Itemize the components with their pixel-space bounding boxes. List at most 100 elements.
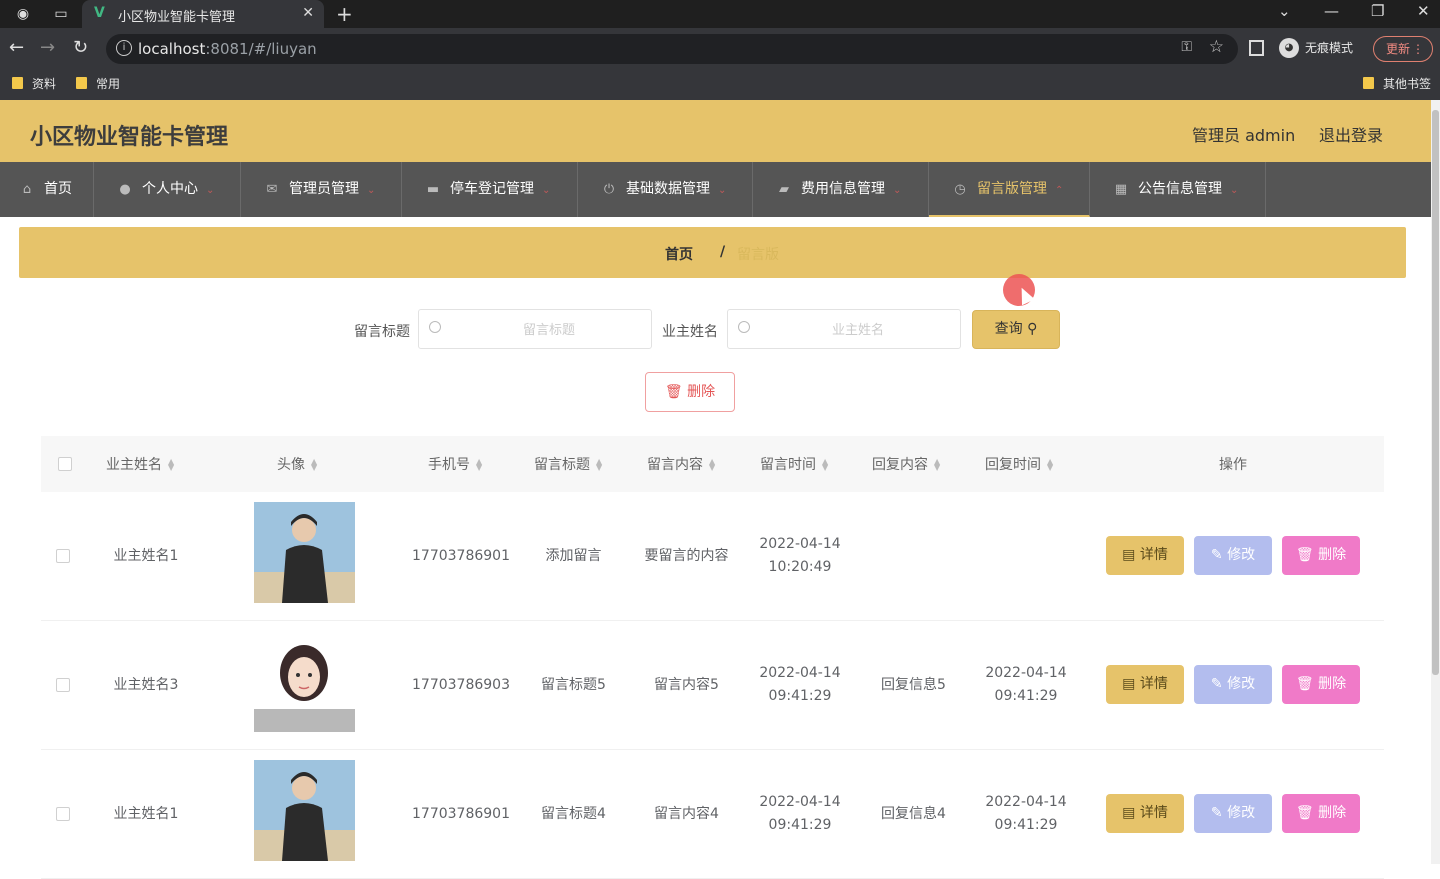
table-header: 业主姓名 ▲ ▼ 头像 ▲ ▼ 手机号 ▲ ▼ 留言标题 ▲ ▼ 留言内容 ▲ ▼ 留言时间 ▲ ▼ 回… (41, 436, 1384, 492)
sort-icon[interactable]: ▲ ▼ (596, 458, 602, 472)
col-avatar[interactable]: 头像 ▲ ▼ (277, 454, 317, 474)
logout-link[interactable]: 退出登录 (1319, 122, 1383, 146)
col-phone[interactable]: 手机号 ▲ ▼ (428, 454, 482, 474)
incognito-label: 无痕模式 (1305, 41, 1354, 55)
bookmark-folder-other[interactable]: 其他书签 (1363, 75, 1431, 92)
sort-icon[interactable]: ▲ ▼ (934, 458, 940, 472)
scrollbar-thumb[interactable] (1432, 110, 1439, 675)
detail-button[interactable]: ▤ 详情 (1106, 794, 1184, 833)
nav-item-fees[interactable]: ▰ 费用信息管理 ⌄ (753, 162, 929, 217)
row-checkbox[interactable] (56, 678, 70, 692)
cell-reply: 回复信息5 (881, 677, 946, 693)
minimize-icon[interactable]: — (1324, 2, 1339, 20)
document-icon: ▤ (1122, 805, 1136, 821)
forward-icon[interactable]: → (40, 37, 55, 58)
bookmark-star-icon[interactable]: ☆ (1209, 37, 1224, 57)
sort-icon[interactable]: ▲ ▼ (709, 458, 715, 472)
title-search-input[interactable] (449, 318, 649, 340)
address-bar[interactable]: i localhost:8081/#/liuyan ⚿ ☆ (106, 34, 1238, 64)
select-all-checkbox[interactable] (58, 457, 72, 471)
search-icon (738, 321, 750, 333)
edit-button[interactable]: ✎ 修改 (1194, 794, 1272, 833)
col-label: 留言时间 (760, 457, 816, 473)
bookmark-folder-changyong[interactable]: 常用 (76, 75, 120, 92)
title-search-field[interactable] (418, 309, 652, 349)
tab-search-icon[interactable]: ⌄ (1278, 2, 1291, 20)
browser-logo-icon: ◉ (16, 6, 30, 22)
delete-button[interactable]: 🗑 删除 (1282, 536, 1360, 575)
site-info-icon[interactable]: i (116, 40, 132, 56)
query-button[interactable]: 查询 ⚲ (972, 310, 1060, 349)
col-owner-name[interactable]: 业主姓名 ▲ ▼ (106, 454, 174, 474)
tab-close-icon[interactable]: ✕ (302, 5, 314, 21)
nav-label: 个人中心 (142, 181, 198, 197)
folder-icon (12, 77, 23, 89)
trash-icon: 🗑 (664, 384, 683, 400)
cell-time: 2022-04-14 09:41:29 (759, 794, 841, 833)
browser-tab[interactable]: V 小区物业智能卡管理 ✕ (82, 0, 324, 28)
col-reply-time[interactable]: 回复时间 ▲ ▼ (985, 454, 1053, 474)
update-button[interactable]: 更新 ⋮ (1373, 36, 1433, 62)
owner-search-input[interactable] (758, 318, 958, 340)
new-tab-icon[interactable]: + (336, 2, 353, 26)
col-label: 业主姓名 (106, 457, 162, 473)
delete-button[interactable]: 🗑 删除 (1282, 665, 1360, 704)
window-close-icon[interactable]: ✕ (1417, 2, 1430, 20)
nav-label: 公告信息管理 (1138, 181, 1222, 197)
edit-label: 修改 (1227, 805, 1256, 821)
wallet-icon: ▰ (779, 182, 789, 197)
delete-button[interactable]: 🗑 删除 (1282, 794, 1360, 833)
detail-button[interactable]: ▤ 详情 (1106, 665, 1184, 704)
breadcrumb-home[interactable]: 首页 (665, 244, 693, 264)
reload-icon[interactable]: ↻ (73, 37, 88, 58)
power-icon: ⏻ (603, 182, 615, 197)
folder-icon (1363, 77, 1374, 89)
sort-icon[interactable]: ▲ ▼ (822, 458, 828, 472)
nav-label: 基础数据管理 (626, 181, 710, 197)
col-title[interactable]: 留言标题 ▲ ▼ (534, 454, 602, 474)
nav-item-notices[interactable]: ▦ 公告信息管理 ⌄ (1090, 162, 1266, 217)
bulk-delete-button[interactable]: 🗑 删除 (645, 372, 735, 412)
bookmark-folder-ziliao[interactable]: 资料 (12, 75, 56, 92)
col-reply[interactable]: 回复内容 ▲ ▼ (872, 454, 940, 474)
edit-button[interactable]: ✎ 修改 (1194, 665, 1272, 704)
search-icon (429, 321, 441, 333)
col-time[interactable]: 留言时间 ▲ ▼ (760, 454, 828, 474)
col-label: 手机号 (428, 457, 470, 473)
owner-search-label: 业主姓名 (662, 324, 718, 340)
col-label: 留言标题 (534, 457, 590, 473)
url-path: :8081/#/liuyan (205, 40, 317, 58)
side-panel-icon[interactable] (1249, 40, 1264, 56)
nav-item-profile[interactable]: ● 个人中心 ⌄ (94, 162, 241, 217)
cell-time: 2022-04-14 09:41:29 (759, 665, 841, 704)
nav-item-basic-data[interactable]: ⏻ 基础数据管理 ⌄ (578, 162, 753, 217)
browser-tab-bar: ◉ ▭ V 小区物业智能卡管理 ✕ + ⌄ — ❐ ✕ (0, 0, 1440, 28)
back-icon[interactable]: ← (9, 37, 24, 58)
nav-item-messages[interactable]: ◷ 留言版管理 ⌃ (929, 162, 1090, 217)
edit-button[interactable]: ✎ 修改 (1194, 536, 1272, 575)
page-scrollbar[interactable] (1431, 100, 1440, 864)
sort-icon[interactable]: ▲ ▼ (476, 458, 482, 472)
breadcrumb-current: 留言版 (737, 247, 779, 263)
owner-search-field[interactable] (727, 309, 961, 349)
table-row: 业主姓名1 17703786901 添加留言 要留言的内容 2022-04-14… (41, 492, 1384, 621)
nav-item-home[interactable]: ⌂ 首页 (0, 162, 94, 217)
key-icon[interactable]: ⚿ (1181, 39, 1192, 55)
chevron-down-icon: ⌄ (542, 185, 551, 196)
sort-icon[interactable]: ▲ ▼ (168, 458, 174, 472)
window-icon[interactable]: ▭ (52, 5, 70, 23)
col-content[interactable]: 留言内容 ▲ ▼ (647, 454, 715, 474)
nav-item-parking[interactable]: ▬ 停车登记管理 ⌄ (402, 162, 578, 217)
cell-content: 留言内容4 (654, 806, 719, 822)
detail-label: 详情 (1139, 547, 1168, 563)
row-checkbox[interactable] (56, 549, 70, 563)
row-checkbox[interactable] (56, 807, 70, 821)
detail-button[interactable]: ▤ 详情 (1106, 536, 1184, 575)
breadcrumb-separator: / (720, 244, 726, 260)
home-icon: ⌂ (22, 182, 32, 197)
sort-icon[interactable]: ▲ ▼ (1047, 458, 1053, 472)
sort-icon[interactable]: ▲ ▼ (311, 458, 317, 472)
nav-item-admin[interactable]: ✉ 管理员管理 ⌄ (241, 162, 402, 217)
restore-icon[interactable]: ❐ (1371, 2, 1384, 20)
incognito-indicator[interactable]: ◕ 无痕模式 (1279, 37, 1353, 58)
